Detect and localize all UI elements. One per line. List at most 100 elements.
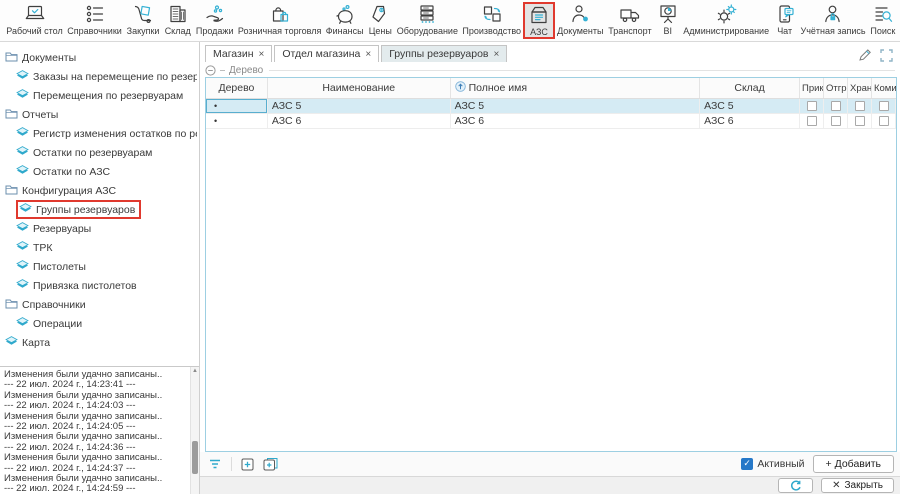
toolbar-item-documents[interactable]: Документы [555,2,606,37]
column-header-warehouse[interactable]: Склад [700,78,800,98]
finance-icon [334,3,356,25]
column-header-otgruzka[interactable]: Отгр [824,78,848,98]
active-checkbox[interactable]: Активный [741,458,804,470]
toolbar-item-chat[interactable]: Чат [771,2,798,37]
sidebar-item-karta[interactable]: Карта [4,333,197,352]
sidebar-item-rezervuary[interactable]: Резервуары [4,219,197,238]
refresh-button[interactable] [778,478,813,493]
sidebar-item-ostatki-azs[interactable]: Остатки по АЗС [4,162,197,181]
log-panel: Изменения были удачно записаны.. --- 22 … [0,366,199,494]
column-header-komissiya[interactable]: Коми [872,78,896,98]
checkbox-komissiya[interactable] [879,116,889,126]
column-header-name[interactable]: Наименование [268,78,451,98]
toolbar-item-retail[interactable]: Розничная торговля [236,2,323,37]
checkbox-hranenie[interactable] [855,116,865,126]
sidebar-item-peremeshcheniya[interactable]: Перемещения по резервуарам [4,86,197,105]
table-row[interactable]: • АЗС 6 АЗС 6 АЗС 6 [206,114,896,129]
documents-icon [569,3,591,25]
filter-icon[interactable] [208,458,222,470]
toolbar-item-account[interactable]: Учётная запись [798,2,867,37]
toolbar-item-search[interactable]: Поиск [868,2,898,37]
toolbar-item-label: Продажи [196,26,234,36]
tab-otdel-magazina[interactable]: Отдел магазина × [274,45,379,62]
toolbar-item-finance[interactable]: Финансы [323,2,366,37]
toolbar-item-production[interactable]: Производство [460,2,523,37]
tree-label: Пистолеты [33,261,86,273]
toolbar-item-catalogs[interactable]: Справочники [65,2,124,37]
checkbox-prihod[interactable] [807,116,817,126]
checkbox-hranenie[interactable] [855,101,865,111]
tab-close-icon[interactable]: × [365,49,371,60]
tab-close-icon[interactable]: × [494,49,500,60]
checkbox-otgruzka[interactable] [831,116,841,126]
scroll-up-icon[interactable]: ▲ [191,367,199,375]
toolbar-item-desktop[interactable]: Рабочий стол [4,2,65,37]
tab-close-icon[interactable]: × [259,49,265,60]
tab-label: Отдел магазина [282,48,360,60]
table-row[interactable]: • АЗС 5 АЗС 5 АЗС 5 [206,99,896,114]
checked-checkbox-icon[interactable] [741,458,753,470]
edit-pencil-icon[interactable] [858,48,872,62]
toolbar-item-equipment[interactable]: Оборудование [395,2,461,37]
cell-warehouse[interactable]: АЗС 5 [700,99,800,113]
toolbar-item-label: Транспорт [608,26,651,36]
diamond-icon [16,146,29,159]
toolbar-item-warehouse[interactable]: Склад [162,2,193,37]
tree-label: Отчеты [22,109,58,121]
sidebar-item-gruppy-rezervuarov[interactable]: Группы резервуаров [4,200,197,219]
column-header-prihod[interactable]: Прик [800,78,824,98]
toolbar-item-procurement[interactable]: Закупки [124,2,162,37]
diamond-icon [5,336,18,349]
toolbar-item-label: АЗС [530,27,548,37]
toolbar-item-administration[interactable]: Администрирование [681,2,771,37]
toolbar-item-sales[interactable]: Продажи [193,2,236,37]
equipment-icon [416,3,438,25]
sidebar-item-dokumenty[interactable]: Документы [4,48,197,67]
sidebar-item-operacii[interactable]: Операции [4,314,197,333]
sidebar-item-pistolety[interactable]: Пистолеты [4,257,197,276]
tab-magazin[interactable]: Магазин × [205,45,272,62]
checkbox-prihod[interactable] [807,101,817,111]
toolbar-item-fuel-station[interactable]: АЗС [523,2,554,39]
tab-gruppy-rezervuarov[interactable]: Группы резервуаров × [381,45,507,62]
column-header-hranenie[interactable]: Хран [848,78,872,98]
scrollbar-thumb[interactable] [192,441,198,474]
log-timestamp: --- 22 июл. 2024 г., 14:24:59 --- [4,484,187,494]
tree-node-bullet: • [210,101,217,111]
sidebar-item-spravochniki[interactable]: Справочники [4,295,197,314]
toolbar-item-prices[interactable]: Цены [366,2,395,37]
expand-fullscreen-icon[interactable] [880,49,893,62]
sidebar-tree: Документы Заказы на перемещение по резер… [0,42,199,366]
diamond-icon [16,260,29,273]
cell-name[interactable]: АЗС 6 [268,114,451,128]
cell-name[interactable]: АЗС 5 [268,99,451,113]
toolbar-item-transport[interactable]: Транспорт [606,2,654,37]
add-button[interactable]: + Добавить [813,455,894,473]
bi-icon [657,3,679,25]
cell-full-name[interactable]: АЗС 6 [451,114,701,128]
sidebar-item-zakazy-peremeshchenie[interactable]: Заказы на перемещение по резервуарам [4,67,197,86]
sidebar-item-otchety[interactable]: Отчеты [4,105,197,124]
toolbar-item-bi[interactable]: BI [654,2,681,37]
log-scrollbar[interactable]: ▲ [190,367,199,494]
sidebar-item-konfiguraciya-azs[interactable]: Конфигурация АЗС [4,181,197,200]
tree-group-header: Дерево [205,62,897,77]
sidebar-item-ostatki-rezervuaram[interactable]: Остатки по резервуарам [4,143,197,162]
collapse-minus-icon[interactable] [205,65,216,76]
folder-icon [5,108,18,122]
warehouse-icon [167,3,189,25]
close-button[interactable]: ✕Закрыть [821,478,894,493]
application-window: Рабочий стол Справочники Закупки Склад П… [0,0,900,494]
sidebar-item-trk[interactable]: ТРК [4,238,197,257]
retail-icon [269,3,291,25]
add-item-icon[interactable] [241,458,254,471]
add-group-icon[interactable] [263,457,278,471]
sidebar-item-registr-izmeneniya[interactable]: Регистр изменения остатков по резервуара… [4,124,197,143]
cell-warehouse[interactable]: АЗС 6 [700,114,800,128]
column-header-tree[interactable]: Дерево [206,78,268,98]
sidebar-item-privyazka-pistoletov[interactable]: Привязка пистолетов [4,276,197,295]
checkbox-komissiya[interactable] [879,101,889,111]
column-header-full-name[interactable]: Полное имя [451,78,701,98]
checkbox-otgruzka[interactable] [831,101,841,111]
cell-full-name[interactable]: АЗС 5 [451,99,701,113]
